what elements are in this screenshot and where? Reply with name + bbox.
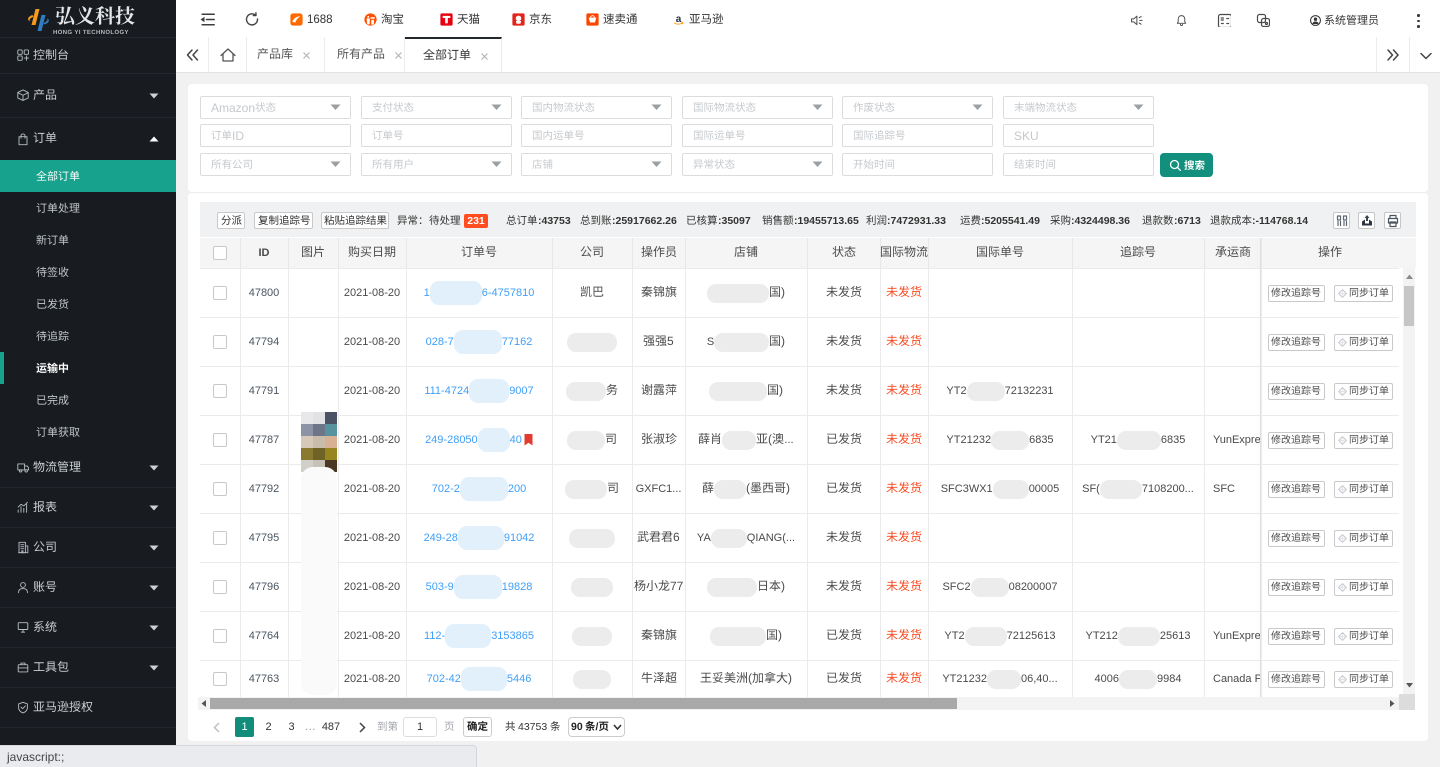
svg-text:a: a: [676, 14, 682, 25]
